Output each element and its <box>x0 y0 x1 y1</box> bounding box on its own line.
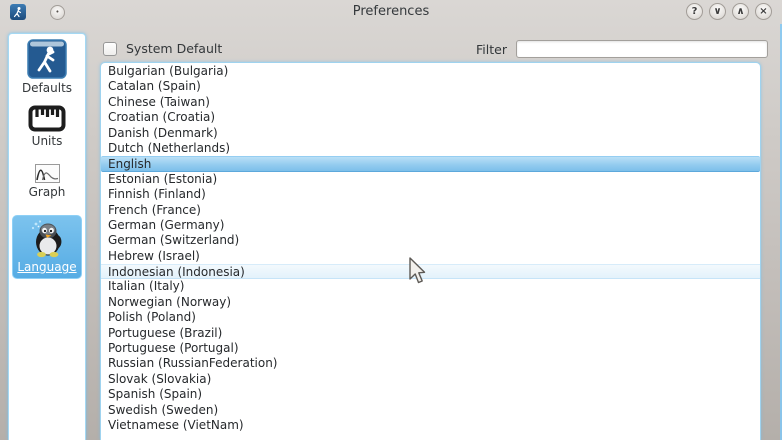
help-button[interactable]: ? <box>686 3 703 20</box>
list-item[interactable]: Swedish (Sweden) <box>101 403 760 418</box>
sidebar-item-defaults[interactable]: Defaults <box>9 39 85 95</box>
preferences-window: • Preferences ? ∨ ∧ × Defaults <box>0 0 782 440</box>
sidebar-item-units[interactable]: Units <box>9 105 85 148</box>
list-item[interactable]: Chinese (Taiwan) <box>101 95 760 110</box>
graph-icon <box>35 164 60 183</box>
list-item[interactable]: Portuguese (Brazil) <box>101 326 760 341</box>
filter-group: Filter <box>476 40 768 58</box>
list-item[interactable]: Italian (Italy) <box>101 279 760 294</box>
ruler-icon <box>28 105 66 132</box>
list-item[interactable]: Slovak (Slovakia) <box>101 372 760 387</box>
list-item[interactable]: Polish (Poland) <box>101 310 760 325</box>
sidebar-item-label: Graph <box>9 185 85 199</box>
window-title: Preferences <box>0 4 782 19</box>
list-item[interactable]: Indonesian (Indonesia) <box>101 264 760 279</box>
system-default-checkbox[interactable] <box>103 42 117 56</box>
system-default-row: System Default <box>103 41 222 56</box>
tux-penguin-icon <box>27 218 67 258</box>
language-list[interactable]: Bulgarian (Bulgaria)Catalan (Spain)Chine… <box>100 62 761 440</box>
diver-icon <box>27 39 67 79</box>
list-item[interactable]: Finnish (Finland) <box>101 187 760 202</box>
list-item[interactable]: English <box>101 156 760 171</box>
list-item[interactable]: Spanish (Spain) <box>101 387 760 402</box>
sidebar-item-label: Units <box>9 134 85 148</box>
list-item[interactable]: Portuguese (Portugal) <box>101 341 760 356</box>
preferences-sidebar: Defaults Units Graph <box>8 33 86 440</box>
list-item[interactable]: Bulgarian (Bulgaria) <box>101 64 760 79</box>
system-default-label: System Default <box>126 41 222 56</box>
filter-input[interactable] <box>516 40 768 58</box>
list-item[interactable]: Norwegian (Norway) <box>101 295 760 310</box>
list-item[interactable]: Russian (RussianFederation) <box>101 356 760 371</box>
list-item[interactable]: Estonian (Estonia) <box>101 172 760 187</box>
list-item[interactable]: Hebrew (Israel) <box>101 249 760 264</box>
list-item[interactable]: German (Switzerland) <box>101 233 760 248</box>
list-item[interactable]: Danish (Denmark) <box>101 126 760 141</box>
minimize-button[interactable]: ∨ <box>709 3 726 20</box>
close-button[interactable]: × <box>755 3 772 20</box>
list-item[interactable]: Croatian (Croatia) <box>101 110 760 125</box>
list-item[interactable]: German (Germany) <box>101 218 760 233</box>
sidebar-item-graph[interactable]: Graph <box>9 164 85 199</box>
maximize-button[interactable]: ∧ <box>732 3 749 20</box>
list-item[interactable]: Vietnamese (VietNam) <box>101 418 760 433</box>
sidebar-item-language[interactable]: Language <box>12 215 82 279</box>
titlebar[interactable]: • Preferences ? ∨ ∧ × <box>0 0 782 24</box>
list-item[interactable]: Dutch (Netherlands) <box>101 141 760 156</box>
filter-label: Filter <box>476 42 507 57</box>
sidebar-item-label: Defaults <box>9 81 85 95</box>
sidebar-item-label: Language <box>13 260 81 274</box>
list-item[interactable]: Catalan (Spain) <box>101 79 760 94</box>
list-item[interactable]: French (France) <box>101 203 760 218</box>
